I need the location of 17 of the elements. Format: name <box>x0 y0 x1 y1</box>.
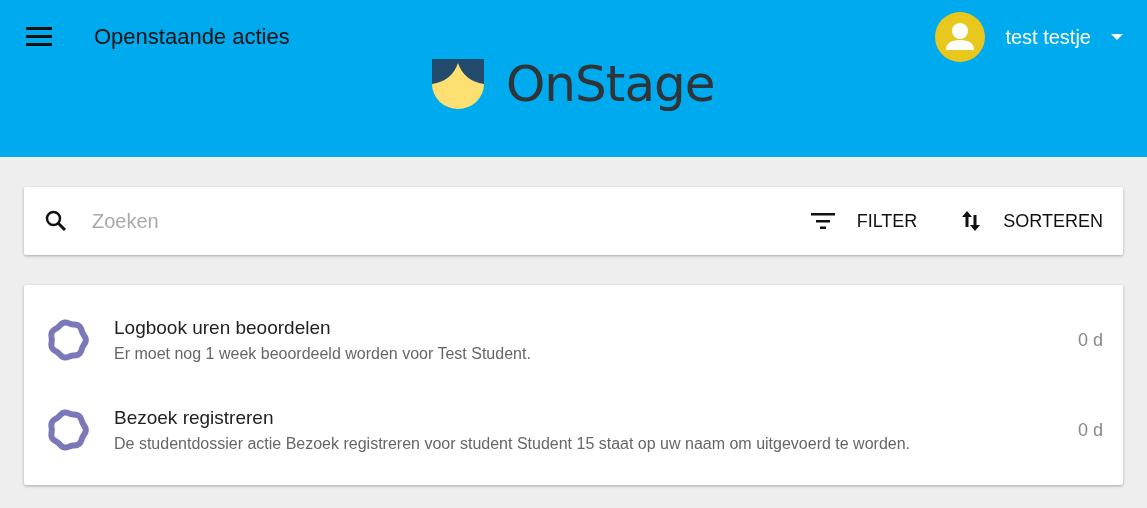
action-age: 0 d <box>1077 419 1103 441</box>
logo-text: OnStage <box>506 57 715 111</box>
menu-icon[interactable] <box>26 26 52 46</box>
logo-icon <box>432 59 484 109</box>
sort-icon <box>961 209 982 233</box>
action-description: De studentdossier actie Bezoek registreren voor student Student 15 staat op uw naam om uitgevoerd te worden. <box>114 435 911 453</box>
caret-icon <box>1111 34 1123 40</box>
action-title[interactable]: Bezoek registreren <box>114 407 1078 429</box>
filter-button[interactable]: FILTER <box>810 210 918 232</box>
search-icon <box>44 209 68 233</box>
page-title: Openstaande acties <box>94 24 291 50</box>
avatar-icon <box>935 12 986 62</box>
filter-icon <box>810 213 835 229</box>
sort-button[interactable]: SORTEREN <box>961 209 1103 233</box>
action-age: 0 d <box>1077 329 1103 351</box>
action-description: Er moet nog 1 week beoordeeld worden voor Test Student. <box>114 345 532 363</box>
action-title[interactable]: Logbook uren beoordelen <box>114 317 1078 339</box>
